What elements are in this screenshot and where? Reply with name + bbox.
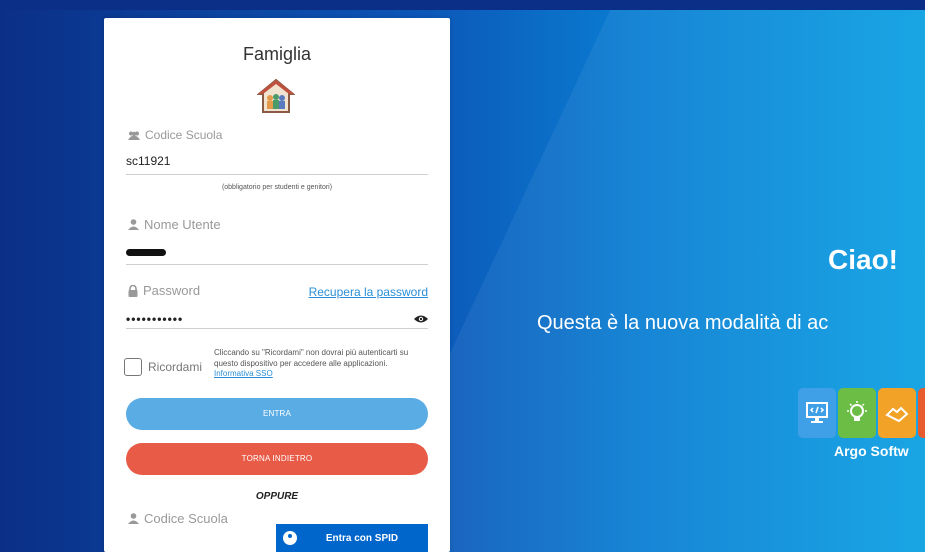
nome-utente-underline xyxy=(126,264,428,265)
spid-label: Entra con SPID xyxy=(325,532,399,544)
group-icon xyxy=(128,131,140,140)
login-panel: Famiglia Codice Scuola sc11921 (obbligat… xyxy=(104,18,450,552)
codice-scuola-label: Codice Scuola xyxy=(128,128,222,142)
codice-scuola-input[interactable]: sc11921 xyxy=(126,154,170,168)
spid-login-button[interactable]: Entra con SPID xyxy=(276,524,428,552)
codice-scuola-hint: (obbligatorio per studenti e genitori) xyxy=(221,184,333,191)
partial-tile-icon xyxy=(918,388,925,438)
user-icon xyxy=(128,513,139,524)
lightbulb-icon xyxy=(838,388,876,438)
family-house-icon xyxy=(257,78,295,113)
welcome-subtitle: Questa è la nuova modalità di ac xyxy=(537,312,829,334)
entra-button[interactable]: ENTRA xyxy=(126,398,428,430)
greeting-heading: Ciao! xyxy=(828,244,898,275)
codice-scuola-label-2: Codice Scuola xyxy=(128,511,228,526)
password-input[interactable]: ••••••••••• xyxy=(126,312,183,326)
brand-name: Argo Softw xyxy=(834,443,909,459)
ricordami-label: Ricordami xyxy=(148,360,203,374)
ricordami-desc-text: Cliccando su "Ricordami" non dovrai più … xyxy=(214,348,409,368)
eye-icon[interactable] xyxy=(414,314,428,324)
monitor-code-icon xyxy=(798,388,836,438)
panel-title: Famiglia xyxy=(242,44,312,64)
nome-utente-label: Nome Utente xyxy=(128,217,221,232)
torna-indietro-button[interactable]: TORNA INDIETRO xyxy=(126,443,428,475)
password-underline xyxy=(126,328,428,329)
ricordami-description: Cliccando su "Ricordami" non dovrai più … xyxy=(214,348,434,380)
product-tiles xyxy=(798,388,925,438)
handshake-icon xyxy=(878,388,916,438)
nome-utente-input[interactable] xyxy=(126,249,166,256)
recupera-password-link[interactable]: Recupera la password xyxy=(309,285,428,299)
oppure-divider: OPPURE xyxy=(255,491,299,502)
password-label: Password xyxy=(128,283,200,298)
informativa-sso-link[interactable]: Informativa SSO xyxy=(214,369,434,380)
lock-icon xyxy=(128,284,138,297)
user-icon xyxy=(128,219,139,230)
codice-scuola-underline xyxy=(126,174,428,175)
ricordami-checkbox[interactable] xyxy=(124,358,142,376)
top-strip xyxy=(0,0,925,10)
spid-user-icon xyxy=(276,524,304,552)
ricordami-control[interactable]: Ricordami xyxy=(124,358,202,376)
